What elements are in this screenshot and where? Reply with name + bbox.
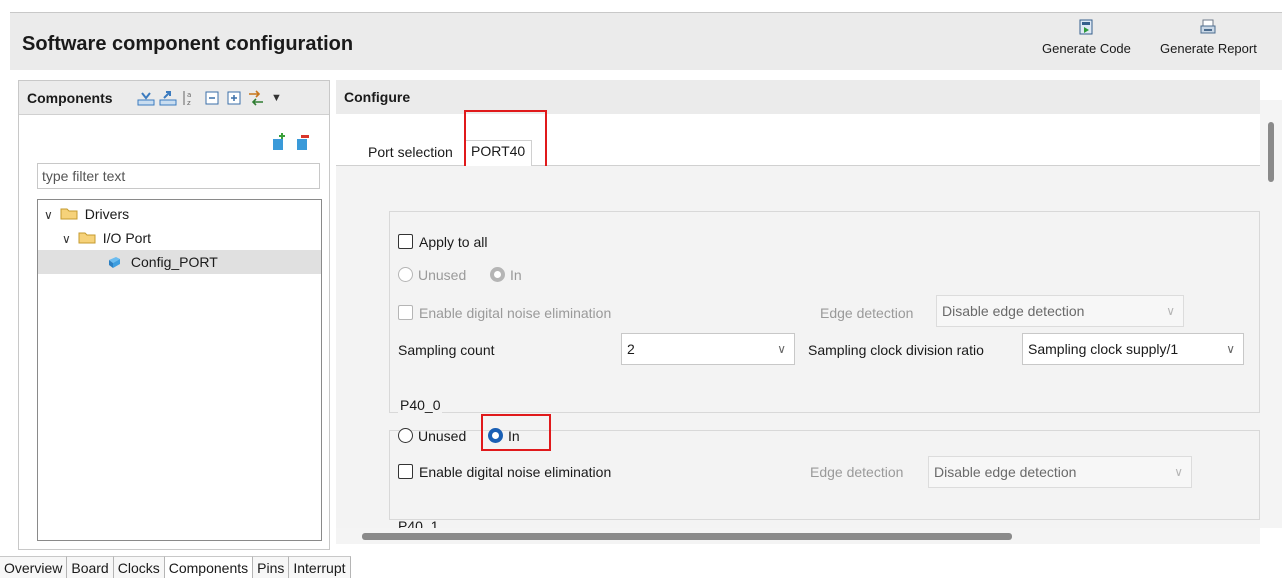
collapse-all-icon[interactable] — [203, 89, 221, 107]
tab-clocks[interactable]: Clocks — [113, 556, 165, 578]
radio-label: Unused — [418, 267, 467, 283]
chevron-down-icon: ∨ — [777, 342, 786, 356]
components-panel-header: Components a z ▼ — [19, 81, 329, 115]
tab-interrupt[interactable]: Interrupt — [289, 556, 351, 578]
filter-input[interactable] — [37, 163, 320, 189]
radio-label: In — [510, 267, 522, 283]
generate-report-icon — [1200, 19, 1216, 34]
component-icon — [109, 257, 120, 268]
tree-item-config-port[interactable]: Config_PORT — [38, 250, 321, 274]
generate-report-label: Generate Report — [1160, 41, 1257, 56]
chevron-down-icon: ∨ — [1174, 465, 1183, 479]
select-value: Disable edge detection — [942, 303, 1085, 319]
port40-settings: Apply to all Unused In Enable digital no… — [336, 166, 1260, 528]
chevron-down-icon: ∨ — [1226, 342, 1235, 356]
sampling-clock-label: Sampling clock division ratio — [808, 342, 984, 358]
checkbox-icon — [398, 464, 413, 479]
svg-text:z: z — [187, 99, 191, 107]
tab-board[interactable]: Board — [67, 556, 114, 578]
link-editor-icon[interactable] — [247, 89, 265, 107]
apply-all-checkbox[interactable]: Apply to all — [398, 232, 487, 252]
components-panel: Components a z ▼ type filter text ∨ Driv… — [18, 80, 330, 550]
noise-label: Enable digital noise elimination — [419, 305, 612, 321]
p40-1-title: P40_1 — [398, 518, 439, 528]
configure-panel-title: Configure — [344, 89, 411, 105]
expand-all-icon[interactable] — [225, 89, 243, 107]
select-value: Sampling clock supply/1 — [1028, 341, 1179, 357]
noise-label: Enable digital noise elimination — [419, 464, 612, 480]
tab-overview[interactable]: Overview — [0, 556, 68, 578]
generate-code-icon — [1079, 19, 1093, 35]
sampling-count-label: Sampling count — [398, 342, 495, 358]
horizontal-scrollbar[interactable] — [336, 528, 1260, 544]
p40-0-edge-select: Disable edge detection ∨ — [928, 456, 1192, 488]
svg-text:a: a — [187, 91, 191, 99]
component-tree: ∨ Drivers ∨ I/O Port Config_PORT — [37, 199, 322, 541]
tree-item-io-port[interactable]: ∨ I/O Port — [62, 226, 151, 250]
tree-item-label: I/O Port — [102, 230, 152, 246]
apply-all-in-radio: In — [490, 265, 522, 285]
page-title: Software component configuration — [22, 33, 354, 55]
tab-pins[interactable]: Pins — [253, 556, 290, 578]
vertical-scroll-thumb[interactable] — [1268, 122, 1274, 182]
radio-label: Unused — [418, 428, 467, 444]
editor-header: Software component configuration Generat… — [10, 12, 1282, 70]
p40-0-noise-checkbox[interactable]: Enable digital noise elimination — [398, 462, 611, 482]
tab-port-selection[interactable]: Port selection — [362, 142, 459, 166]
radio-icon — [398, 267, 413, 282]
chevron-down-icon: ∨ — [1166, 304, 1175, 318]
components-panel-title: Components — [27, 90, 113, 106]
tree-item-label: Drivers — [84, 206, 130, 222]
tree-item-drivers[interactable]: ∨ Drivers — [44, 202, 129, 226]
configure-panel-header: Configure — [336, 80, 1260, 114]
checkbox-icon — [398, 305, 413, 320]
p40-0-title: P40_0 — [398, 395, 443, 415]
editor-bottom-tabs: Overview Board Clocks Components Pins Interru… — [0, 556, 1282, 578]
sampling-clock-select[interactable]: Sampling clock supply/1 ∨ — [1022, 333, 1244, 365]
p40-0-edge-label: Edge detection — [810, 464, 904, 480]
sort-az-icon[interactable]: a z — [181, 89, 199, 107]
tab-components[interactable]: Components — [164, 556, 254, 578]
folder-icon — [78, 232, 96, 244]
apply-all-label: Apply to all — [419, 234, 488, 250]
remove-component-icon[interactable] — [293, 133, 313, 153]
p40-0-unused-radio[interactable]: Unused — [398, 426, 466, 446]
folder-icon — [60, 208, 78, 220]
generate-code-label: Generate Code — [1042, 41, 1131, 56]
select-value: Disable edge detection — [934, 464, 1077, 480]
import-icon[interactable] — [137, 89, 155, 107]
chevron-down-icon[interactable]: ∨ — [44, 203, 56, 227]
apply-all-edge-select: Disable edge detection ∨ — [936, 295, 1184, 327]
select-value: 2 — [627, 341, 635, 357]
add-component-icon[interactable] — [269, 133, 289, 153]
apply-all-edge-label: Edge detection — [820, 305, 914, 321]
apply-all-unused-radio: Unused — [398, 265, 466, 285]
vertical-scrollbar[interactable] — [1260, 100, 1282, 528]
tab-label: Port selection — [368, 144, 453, 160]
in-radio-highlight-box — [481, 414, 551, 451]
generate-report-button[interactable]: Generate Report — [1160, 19, 1257, 56]
checkbox-icon — [398, 234, 413, 249]
chevron-down-icon[interactable]: ∨ — [62, 227, 74, 251]
tree-item-label: Config_PORT — [130, 254, 218, 270]
generate-code-button[interactable]: Generate Code — [1042, 19, 1131, 56]
export-icon[interactable] — [159, 89, 177, 107]
radio-icon — [398, 428, 413, 443]
horizontal-scroll-thumb[interactable] — [362, 533, 1012, 540]
apply-all-noise-checkbox: Enable digital noise elimination — [398, 303, 611, 323]
radio-icon — [490, 267, 505, 282]
sampling-count-select[interactable]: 2 ∨ — [621, 333, 795, 365]
configure-panel: Configure Port selection PORT40 Apply to… — [336, 80, 1282, 550]
view-menu-icon[interactable]: ▼ — [271, 88, 282, 108]
